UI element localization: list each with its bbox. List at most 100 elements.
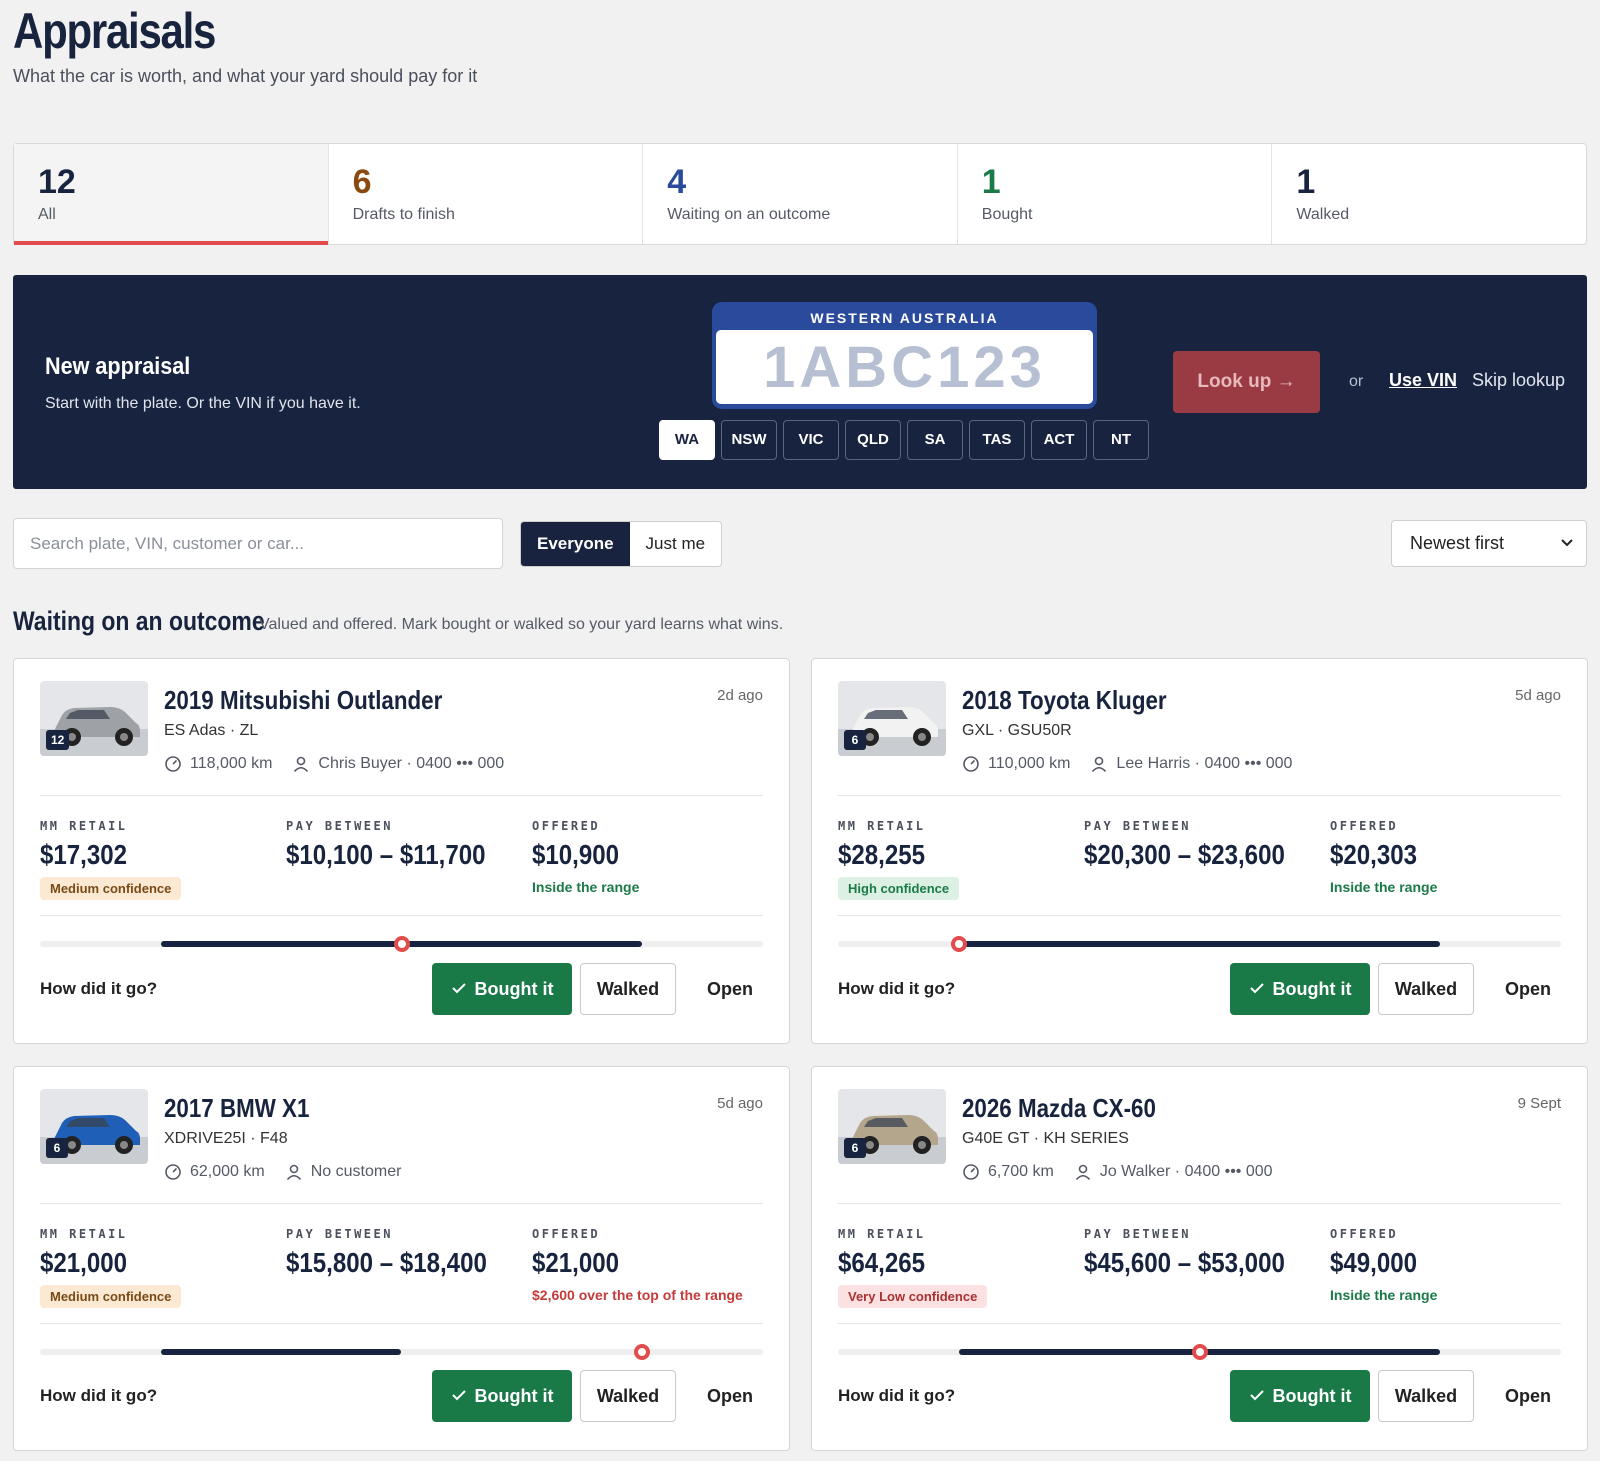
offered-column: OFFERED $49,000 Inside the range [1330, 1227, 1437, 1303]
pay-range-bar [160, 1349, 402, 1355]
photo-count-badge: 6 [46, 1138, 68, 1158]
divider [838, 1323, 1561, 1324]
state-nt-button[interactable]: NT [1093, 420, 1149, 460]
customer-value: Chris Buyer · 0400 ••• 000 [318, 755, 505, 772]
tab-label: Waiting on an outcome [667, 206, 831, 223]
car-photo[interactable]: 6 [838, 1089, 946, 1164]
car-title[interactable]: 2017 BMW X1 [164, 1093, 309, 1124]
bought-it-button[interactable]: Bought it [1230, 1370, 1370, 1422]
lookup-button[interactable]: Look up → [1173, 351, 1320, 413]
bought-it-label: Bought it [474, 979, 554, 999]
scope-everyone-button[interactable]: Everyone [521, 522, 630, 566]
state-act-button[interactable]: ACT [1031, 420, 1087, 460]
confidence-badge: Very Low confidence [838, 1285, 988, 1308]
divider [40, 915, 763, 916]
car-variant: ES Adas · ZL [164, 722, 259, 739]
offer-note: Inside the range [1330, 1287, 1438, 1303]
open-button[interactable]: Open [1498, 963, 1558, 1015]
walked-button[interactable]: Walked [1378, 963, 1474, 1015]
person-icon [292, 755, 310, 773]
odometer: 110,000 km [962, 755, 1070, 773]
state-qld-button[interactable]: QLD [845, 420, 901, 460]
offered-value: $21,000 [532, 1247, 620, 1278]
offer-marker [950, 936, 967, 952]
state-tas-button[interactable]: TAS [969, 420, 1025, 460]
tab-drafts[interactable]: 6 Drafts to finish [329, 144, 644, 244]
photo-count-badge: 6 [844, 730, 866, 750]
divider [838, 1203, 1561, 1204]
divider [40, 1203, 763, 1204]
tab-count: 6 [352, 163, 372, 201]
appraisal-card: 6 2018 Toyota Kluger GXL · GSU50R 5d ago… [811, 658, 1588, 1044]
car-photo[interactable]: 12 [40, 681, 148, 756]
confidence-badge: High confidence [838, 877, 960, 900]
person-icon [1074, 1163, 1092, 1181]
state-wa-button[interactable]: WA [659, 420, 715, 460]
offer-note: Inside the range [532, 879, 640, 895]
sort-select[interactable]: Newest first [1391, 520, 1587, 567]
odometer: 6,700 km [962, 1163, 1054, 1181]
car-photo[interactable]: 6 [40, 1089, 148, 1164]
open-button[interactable]: Open [700, 963, 760, 1015]
bought-it-button[interactable]: Bought it [1230, 963, 1370, 1015]
car-title[interactable]: 2018 Toyota Kluger [962, 685, 1167, 716]
outcome-question: How did it go? [838, 1386, 956, 1405]
offered-column: OFFERED $20,303 Inside the range [1330, 819, 1437, 895]
state-selector: WA NSW VIC QLD SA TAS ACT NT [659, 420, 1149, 460]
use-vin-link[interactable]: Use VIN [1389, 370, 1457, 391]
timestamp: 2d ago [717, 687, 763, 704]
timestamp: 5d ago [717, 1095, 763, 1112]
tab-label: Bought [981, 206, 1033, 223]
bought-it-button[interactable]: Bought it [432, 1370, 572, 1422]
photo-count-badge: 6 [844, 1138, 866, 1158]
offered-label: OFFERED [1330, 819, 1399, 833]
state-sa-button[interactable]: SA [907, 420, 963, 460]
page-subtitle: What the car is worth, and what your yar… [13, 66, 478, 86]
state-nsw-button[interactable]: NSW [721, 420, 777, 460]
car-title[interactable]: 2019 Mitsubishi Outlander [164, 685, 442, 716]
new-appraisal-subtitle: Start with the plate. Or the VIN if you … [45, 395, 361, 412]
outcome-question: How did it go? [40, 979, 158, 998]
customer: Lee Harris · 0400 ••• 000 [1090, 755, 1292, 773]
offered-column: OFFERED $10,900 Inside the range [532, 819, 639, 895]
timestamp: 5d ago [1515, 687, 1561, 704]
search-input[interactable]: Search plate, VIN, customer or car... [13, 518, 503, 569]
open-button[interactable]: Open [1498, 1370, 1558, 1422]
walked-button[interactable]: Walked [580, 963, 676, 1015]
tab-count: 4 [667, 163, 687, 201]
walked-button[interactable]: Walked [580, 1370, 676, 1422]
scope-just-me-button[interactable]: Just me [630, 522, 722, 566]
tab-label: All [38, 206, 56, 223]
retail-column: MM RETAIL $28,255 High confidence [838, 819, 960, 900]
car-title[interactable]: 2026 Mazda CX-60 [962, 1093, 1156, 1124]
offer-marker [1191, 1344, 1208, 1360]
offered-label: OFFERED [532, 819, 601, 833]
offered-value: $20,303 [1330, 839, 1418, 870]
tab-count: 12 [38, 163, 76, 201]
tab-bought[interactable]: 1 Bought [958, 144, 1273, 244]
tab-walked[interactable]: 1 Walked [1272, 144, 1586, 244]
plate-input[interactable]: 1ABC123 [716, 330, 1093, 404]
offer-note: $2,600 over the top of the range [532, 1287, 743, 1303]
state-vic-button[interactable]: VIC [783, 420, 839, 460]
bought-it-label: Bought it [1272, 979, 1352, 999]
walked-button[interactable]: Walked [1378, 1370, 1474, 1422]
sort-value: Newest first [1410, 533, 1505, 553]
tab-waiting[interactable]: 4 Waiting on an outcome [643, 144, 958, 244]
tab-count: 1 [1296, 163, 1316, 201]
open-button[interactable]: Open [700, 1370, 760, 1422]
odometer-value: 6,700 km [988, 1163, 1054, 1180]
car-photo[interactable]: 6 [838, 681, 946, 756]
person-icon [285, 1163, 303, 1181]
skip-lookup-link[interactable]: Skip lookup [1472, 370, 1565, 391]
offered-label: OFFERED [532, 1227, 601, 1241]
retail-column: MM RETAIL $17,302 Medium confidence [40, 819, 182, 900]
retail-label: MM RETAIL [838, 1227, 926, 1241]
bought-it-button[interactable]: Bought it [432, 963, 572, 1015]
tab-all[interactable]: 12 All [14, 144, 329, 245]
plate-state-label: WESTERN AUSTRALIA [810, 310, 999, 326]
plate-input-frame: WESTERN AUSTRALIA 1ABC123 [712, 302, 1097, 409]
gauge-icon [164, 755, 182, 773]
customer-value: No customer [310, 1163, 402, 1180]
tab-count: 1 [981, 163, 1001, 201]
